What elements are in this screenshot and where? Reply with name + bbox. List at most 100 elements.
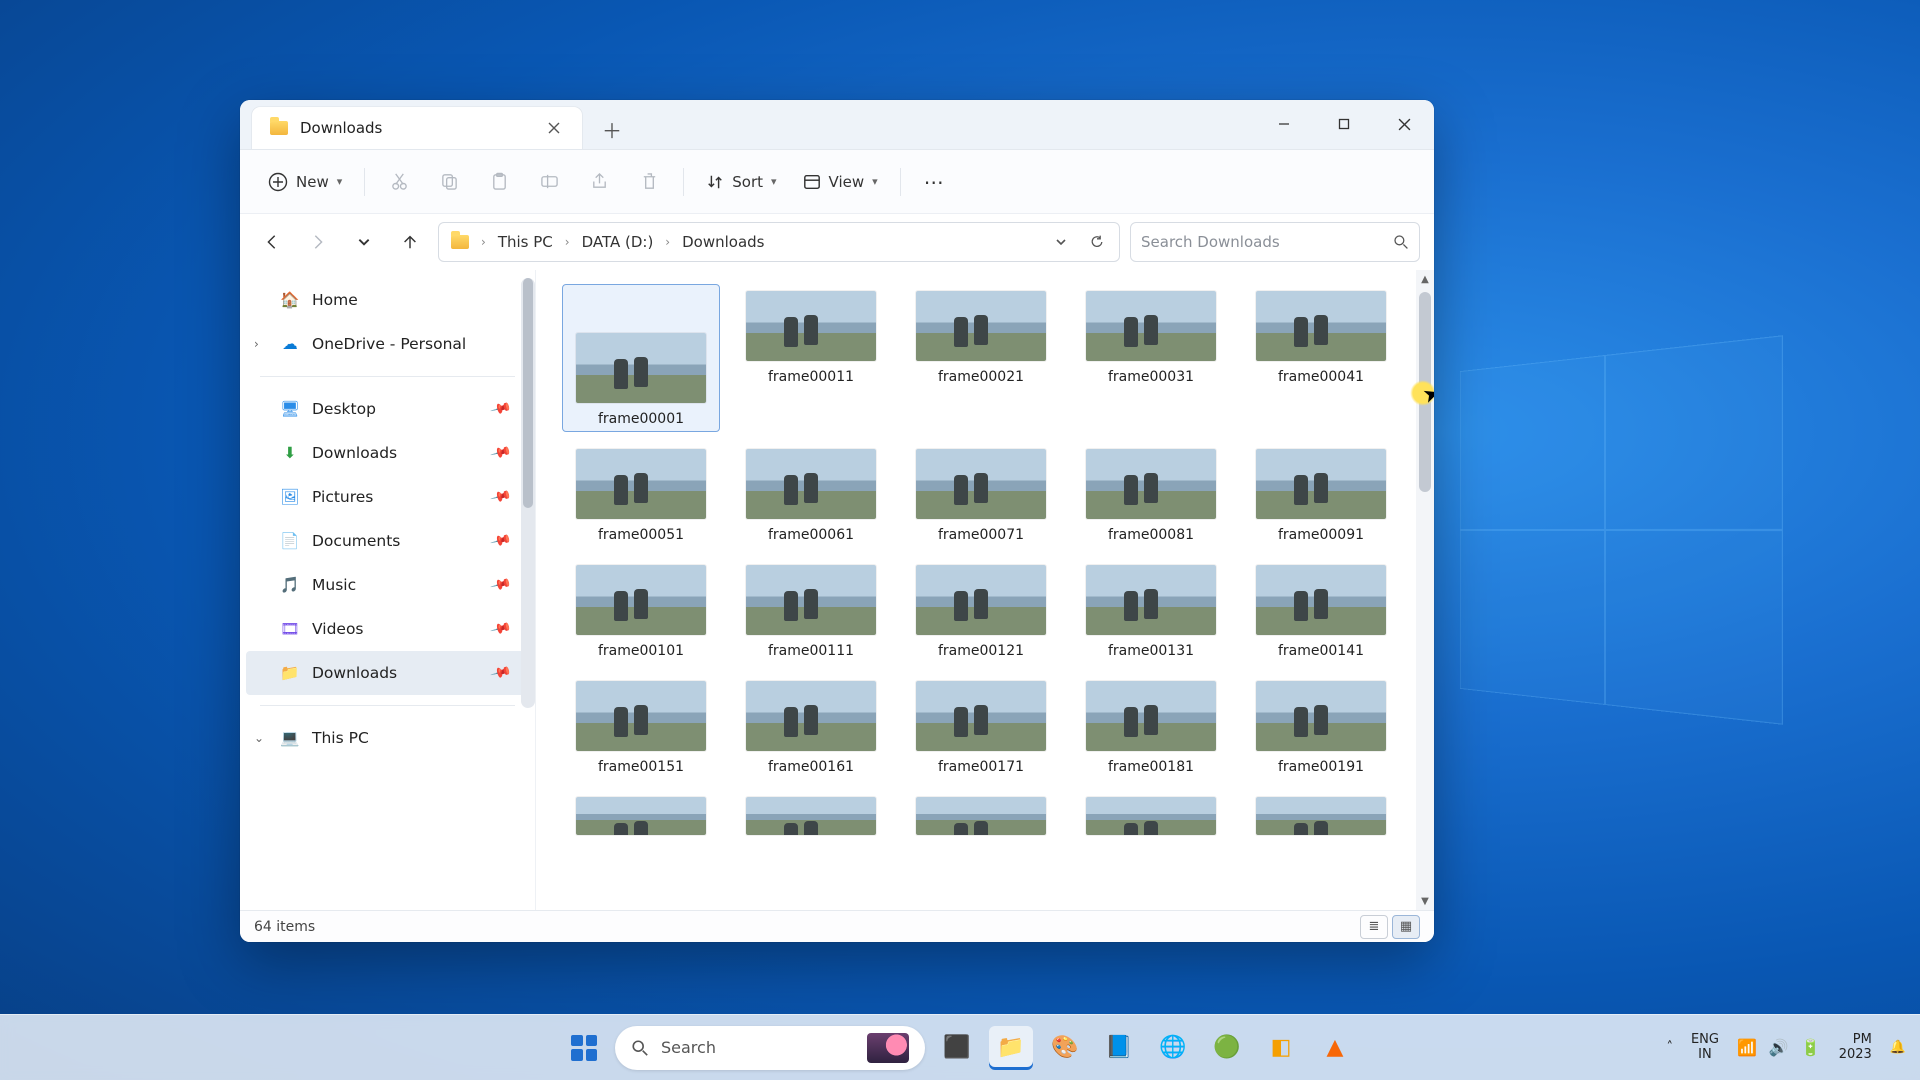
close-window-button[interactable] (1374, 100, 1434, 149)
cut-button[interactable] (377, 162, 421, 202)
file-item[interactable]: frame00121 (902, 558, 1060, 664)
tray-chevron-up-icon[interactable]: ˄ (1666, 1040, 1673, 1055)
thumbnails-view-button[interactable]: ▦ (1392, 915, 1420, 939)
taskbar-search[interactable]: Search (615, 1026, 925, 1070)
scroll-up-button[interactable]: ▲ (1416, 270, 1434, 288)
sidebar-item-videos[interactable]: 🎞 Videos 📌 (246, 607, 529, 651)
refresh-button[interactable] (1081, 226, 1113, 258)
file-item[interactable]: frame00101 (562, 558, 720, 664)
new-button[interactable]: New ▾ (258, 162, 352, 202)
file-item[interactable]: frame00161 (732, 674, 890, 780)
delete-button[interactable] (627, 162, 671, 202)
clock[interactable]: PM 2023 (1839, 1033, 1872, 1063)
file-item[interactable]: frame00011 (732, 284, 890, 432)
file-item[interactable]: frame00001 (562, 284, 720, 432)
sidebar-item-thispc[interactable]: ⌄ 💻 This PC (246, 716, 529, 760)
notifications-icon[interactable]: 🔔 (1890, 1040, 1906, 1055)
scrollbar-thumb[interactable] (523, 278, 533, 508)
system-tray[interactable]: 📶 🔊 🔋 (1737, 1038, 1821, 1057)
file-item[interactable]: frame00091 (1242, 442, 1400, 548)
forward-button[interactable] (300, 224, 336, 260)
start-button[interactable] (563, 1027, 605, 1069)
breadcrumb-item[interactable]: Downloads (676, 229, 770, 255)
paste-button[interactable] (477, 162, 521, 202)
file-name: frame00111 (768, 643, 854, 659)
file-item[interactable] (562, 790, 720, 840)
file-item[interactable]: frame00191 (1242, 674, 1400, 780)
file-item[interactable]: frame00031 (1072, 284, 1230, 432)
taskbar-app-vlc[interactable]: ▲ (1313, 1026, 1357, 1070)
file-item[interactable]: frame00141 (1242, 558, 1400, 664)
file-item[interactable]: frame00021 (902, 284, 1060, 432)
tab-close-button[interactable] (540, 114, 568, 142)
sort-button[interactable]: Sort ▾ (696, 162, 786, 202)
file-item[interactable]: frame00181 (1072, 674, 1230, 780)
file-item[interactable]: frame00041 (1242, 284, 1400, 432)
language-indicator[interactable]: ENG IN (1691, 1033, 1719, 1063)
taskbar-app-notepad[interactable]: 📘 (1097, 1026, 1141, 1070)
minimize-button[interactable] (1254, 100, 1314, 149)
taskbar-app-taskview[interactable]: ⬛ (935, 1026, 979, 1070)
breadcrumb-item[interactable]: This PC (492, 229, 559, 255)
sidebar-item-downloads-current[interactable]: 📁 Downloads 📌 (246, 651, 529, 695)
taskbar[interactable]: Search ⬛ 📁 🎨 📘 🌐 🟢 ◧ ▲ ˄ ENG IN 📶 🔊 🔋 (0, 1014, 1920, 1080)
maximize-button[interactable] (1314, 100, 1374, 149)
file-item[interactable]: frame00151 (562, 674, 720, 780)
search-box[interactable] (1130, 222, 1420, 262)
file-item[interactable] (902, 790, 1060, 840)
view-button[interactable]: View ▾ (793, 162, 888, 202)
sidebar-item-onedrive[interactable]: › ☁ OneDrive - Personal (246, 322, 529, 366)
file-item[interactable]: frame00171 (902, 674, 1060, 780)
taskbar-app-explorer[interactable]: 📁 (989, 1026, 1033, 1070)
recent-locations-button[interactable] (346, 224, 382, 260)
windows-logo-backdrop (1460, 335, 1783, 725)
content-scrollbar[interactable]: ▲ ▼ (1416, 270, 1434, 910)
file-item[interactable]: frame00111 (732, 558, 890, 664)
sidebar-item-music[interactable]: 🎵 Music 📌 (246, 563, 529, 607)
scroll-down-button[interactable]: ▼ (1416, 892, 1434, 910)
file-item[interactable]: frame00051 (562, 442, 720, 548)
sidebar-item-desktop[interactable]: 🖥 Desktop 📌 (246, 387, 529, 431)
address-dropdown-button[interactable] (1045, 226, 1077, 258)
window-tab[interactable]: Downloads (252, 107, 582, 149)
new-tab-button[interactable]: ＋ (592, 109, 632, 149)
chevron-down-icon[interactable]: ⌄ (254, 731, 264, 745)
more-options-button[interactable]: ⋯ (913, 162, 957, 202)
file-item[interactable]: frame00131 (1072, 558, 1230, 664)
file-item[interactable]: frame00071 (902, 442, 1060, 548)
sidebar-item-documents[interactable]: 📄 Documents 📌 (246, 519, 529, 563)
taskbar-app-paint[interactable]: 🎨 (1043, 1026, 1087, 1070)
file-thumbnail (576, 797, 706, 835)
file-item[interactable] (1072, 790, 1230, 840)
volume-icon[interactable]: 🔊 (1769, 1038, 1789, 1057)
videos-icon: 🎞 (280, 619, 300, 639)
sidebar-item-label: Downloads (312, 444, 397, 462)
battery-icon[interactable]: 🔋 (1801, 1038, 1821, 1057)
sidebar-item-pictures[interactable]: 🖼 Pictures 📌 (246, 475, 529, 519)
sidebar-scrollbar[interactable] (521, 278, 535, 708)
breadcrumb-item[interactable]: DATA (D:) (576, 229, 660, 255)
file-item[interactable] (1242, 790, 1400, 840)
copy-button[interactable] (427, 162, 471, 202)
taskbar-app-chrome2[interactable]: 🟢 (1205, 1026, 1249, 1070)
file-grid[interactable]: frame00001frame00011frame00021frame00031… (536, 270, 1416, 910)
back-button[interactable] (254, 224, 290, 260)
file-item[interactable]: frame00081 (1072, 442, 1230, 548)
share-button[interactable] (577, 162, 621, 202)
taskbar-app-chrome[interactable]: 🌐 (1151, 1026, 1195, 1070)
file-item[interactable] (732, 790, 890, 840)
details-view-button[interactable]: ≣ (1360, 915, 1388, 939)
rename-button[interactable] (527, 162, 571, 202)
address-bar[interactable]: › This PC › DATA (D:) › Downloads (438, 222, 1120, 262)
file-item[interactable]: frame00061 (732, 442, 890, 548)
chevron-right-icon[interactable]: › (254, 337, 259, 351)
search-input[interactable] (1141, 233, 1383, 251)
taskbar-app-generic[interactable]: ◧ (1259, 1026, 1303, 1070)
sidebar-item-home[interactable]: 🏠 Home (246, 278, 529, 322)
navigation-pane[interactable]: 🏠 Home › ☁ OneDrive - Personal 🖥 Desktop… (240, 270, 536, 910)
scrollbar-thumb[interactable] (1419, 292, 1431, 492)
sidebar-item-downloads[interactable]: ⬇ Downloads 📌 (246, 431, 529, 475)
up-button[interactable] (392, 224, 428, 260)
pictures-icon: 🖼 (280, 487, 300, 507)
wifi-icon[interactable]: 📶 (1737, 1038, 1757, 1057)
